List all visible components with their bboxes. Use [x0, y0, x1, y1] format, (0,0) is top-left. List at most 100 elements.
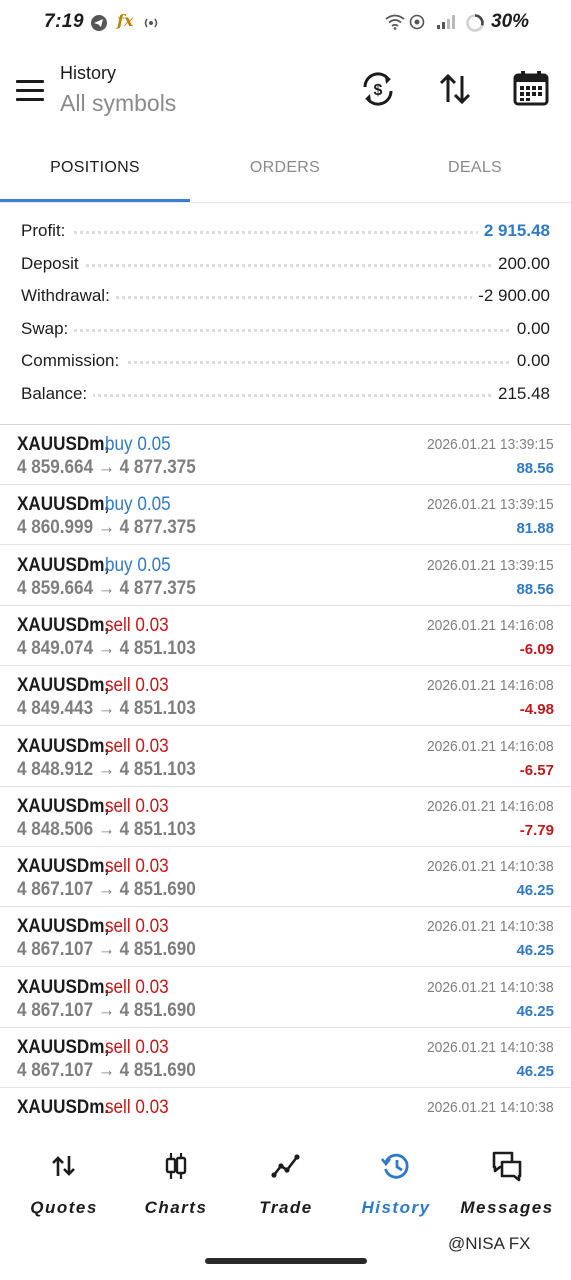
- nav-trade[interactable]: Trade: [229, 1130, 343, 1230]
- deal-time: 2026.01.21 14:16:08: [427, 797, 554, 815]
- deal-row[interactable]: XAUUSDm, sell 0.03 4 867.107 → 4 851.690 20…: [0, 968, 571, 1028]
- deal-side-volume: buy 0.05: [105, 434, 171, 455]
- deal-symbol: XAUUSDm,: [17, 856, 110, 878]
- summary-withdrawal: Withdrawal: -2 900.00: [0, 281, 571, 313]
- deal-profit: 46.25: [516, 1063, 554, 1080]
- deal-symbol: XAUUSDm.: [17, 1097, 110, 1119]
- deal-symbol: XAUUSDm,: [17, 795, 110, 817]
- summary-value: 0.00: [510, 319, 550, 339]
- deal-prices: 4 848.506 → 4 851.103: [17, 818, 196, 840]
- deal-row[interactable]: XAUUSDm, buy 0.05 4 859.664 → 4 877.375 202…: [0, 546, 571, 606]
- deal-row[interactable]: XAUUSDm, sell 0.03 4 867.107 → 4 851.690 20…: [0, 1028, 571, 1088]
- currency-exchange-icon[interactable]: $: [357, 68, 399, 110]
- messages-icon: [492, 1151, 522, 1182]
- bottom-nav: Quotes Charts Trade History Messages: [0, 1130, 571, 1230]
- deal-prices: 4 849.443 → 4 851.103: [17, 698, 196, 720]
- deal-profit: 46.25: [516, 882, 554, 900]
- deal-row[interactable]: XAUUSDm, buy 0.05 4 859.664 → 4 877.375 202…: [0, 425, 571, 485]
- summary-value: 2 915.48: [477, 221, 550, 241]
- nav-history[interactable]: History: [339, 1130, 453, 1230]
- nav-charts[interactable]: Charts: [119, 1130, 233, 1230]
- summary-swap: Swap: 0.00: [0, 314, 571, 346]
- deal-symbol: XAUUSDm,: [17, 916, 110, 938]
- deal-side-volume: sell 0.03: [105, 1037, 169, 1058]
- deal-time: 2026.01.21 14:10:38: [427, 1039, 554, 1056]
- deal-side-volume: sell 0.03: [105, 916, 169, 938]
- symbol-filter[interactable]: All symbols: [60, 90, 176, 117]
- deal-prices: 4 867.107 → 4 851.690: [17, 879, 196, 901]
- deal-symbol: XAUUSDm,: [17, 1037, 110, 1058]
- dotted-leader: [21, 389, 550, 397]
- home-indicator[interactable]: [205, 1258, 367, 1264]
- quotes-icon: [52, 1156, 75, 1176]
- deal-prices: 4 867.107 → 4 851.690: [17, 999, 196, 1021]
- summary-label: Deposit: [21, 254, 85, 274]
- deal-profit: -6.09: [519, 640, 554, 658]
- summary-value: -2 900.00: [472, 286, 550, 306]
- candlestick-chart-icon: [165, 1153, 187, 1179]
- summary-label: Commission:: [21, 351, 126, 371]
- nav-messages[interactable]: Messages: [450, 1130, 564, 1230]
- battery-percent: 30%: [491, 11, 530, 32]
- deal-time: 2026.01.21 14:10:38: [427, 1099, 554, 1117]
- hotspot-icon: [409, 14, 425, 30]
- deal-profit: 88.56: [516, 580, 554, 598]
- tab-orders[interactable]: ORDERS: [190, 140, 380, 202]
- deal-row[interactable]: XAUUSDm, sell 0.03 4 849.074 → 4 851.103 20…: [0, 606, 571, 666]
- deal-time: 2026.01.21 14:10:38: [427, 978, 554, 996]
- radio-signal-icon: [144, 18, 158, 28]
- deal-side-volume: sell 0.03: [105, 1097, 169, 1119]
- deal-time: 2026.01.21 13:39:15: [427, 556, 554, 574]
- tab-deals[interactable]: DEALS: [380, 140, 570, 202]
- deal-side-volume: sell 0.03: [105, 795, 169, 817]
- summary-balance: Balance: 215.48: [0, 379, 571, 411]
- nav-label: Quotes: [30, 1198, 98, 1217]
- deal-prices: 4 859.664 → 4 877.375: [17, 457, 196, 478]
- deal-side-volume: buy 0.05: [105, 494, 171, 516]
- deal-side-volume: sell 0.03: [105, 614, 169, 636]
- deal-row[interactable]: XAUUSDm, buy 0.05 4 860.999 → 4 877.375 202…: [0, 485, 571, 546]
- nav-quotes[interactable]: Quotes: [7, 1130, 121, 1230]
- deal-time: 2026.01.21 13:39:15: [427, 496, 554, 514]
- deal-time: 2026.01.21 14:10:38: [427, 858, 554, 876]
- deal-prices: 4 867.107 → 4 851.690: [17, 1060, 196, 1081]
- deal-prices: 4 859.664 → 4 877.375: [17, 577, 196, 599]
- deal-symbol: XAUUSDm,: [17, 976, 110, 998]
- deal-time: 2026.01.21 13:39:15: [427, 436, 554, 453]
- deal-profit: 46.25: [516, 1002, 554, 1020]
- deal-row[interactable]: XAUUSDm, sell 0.03 4 867.107 → 4 851.690 20…: [0, 907, 571, 968]
- dotted-leader: [21, 259, 550, 267]
- deal-symbol: XAUUSDm,: [17, 554, 110, 576]
- deal-side-volume: sell 0.03: [105, 856, 169, 878]
- deal-time: 2026.01.21 14:16:08: [427, 677, 554, 695]
- tab-divider: [0, 202, 571, 203]
- signal-icon: [437, 15, 455, 29]
- dotted-leader: [21, 226, 550, 234]
- deal-row[interactable]: XAUUSDm, sell 0.03 4 848.912 → 4 851.103 20…: [0, 727, 571, 787]
- deal-row[interactable]: XAUUSDm, sell 0.03 4 848.506 → 4 851.103 20…: [0, 787, 571, 847]
- history-icon: [380, 1153, 409, 1179]
- status-time: 7:19: [44, 11, 85, 32]
- wifi-icon: [385, 14, 405, 30]
- deal-profit: 46.25: [516, 942, 554, 960]
- calendar-icon[interactable]: [510, 68, 552, 110]
- sort-icon[interactable]: [434, 68, 476, 110]
- deal-row[interactable]: XAUUSDm, sell 0.03 4 849.443 → 4 851.103 20…: [0, 666, 571, 727]
- deal-symbol: XAUUSDm,: [17, 735, 110, 757]
- deal-row[interactable]: XAUUSDm, sell 0.03 4 867.107 → 4 851.690 20…: [0, 847, 571, 908]
- deal-symbol: XAUUSDm,: [17, 494, 110, 516]
- deal-prices: 4 867.107 → 4 851.690: [17, 939, 196, 961]
- deal-profit: -6.57: [519, 761, 554, 779]
- deal-time: 2026.01.21 14:16:08: [427, 737, 554, 755]
- menu-icon[interactable]: [16, 80, 44, 102]
- battery-ring-icon: [466, 14, 484, 32]
- deal-profit: 81.88: [516, 520, 554, 538]
- summary-value: 0.00: [510, 351, 550, 371]
- nav-label: History: [361, 1198, 431, 1217]
- tab-positions[interactable]: POSITIONS: [0, 140, 190, 202]
- deal-profit: -4.98: [519, 701, 554, 719]
- nav-label: Trade: [259, 1198, 313, 1217]
- telegram-icon: [91, 15, 107, 31]
- deal-profit: 88.56: [516, 460, 554, 477]
- summary-commission: Commission: 0.00: [0, 346, 571, 378]
